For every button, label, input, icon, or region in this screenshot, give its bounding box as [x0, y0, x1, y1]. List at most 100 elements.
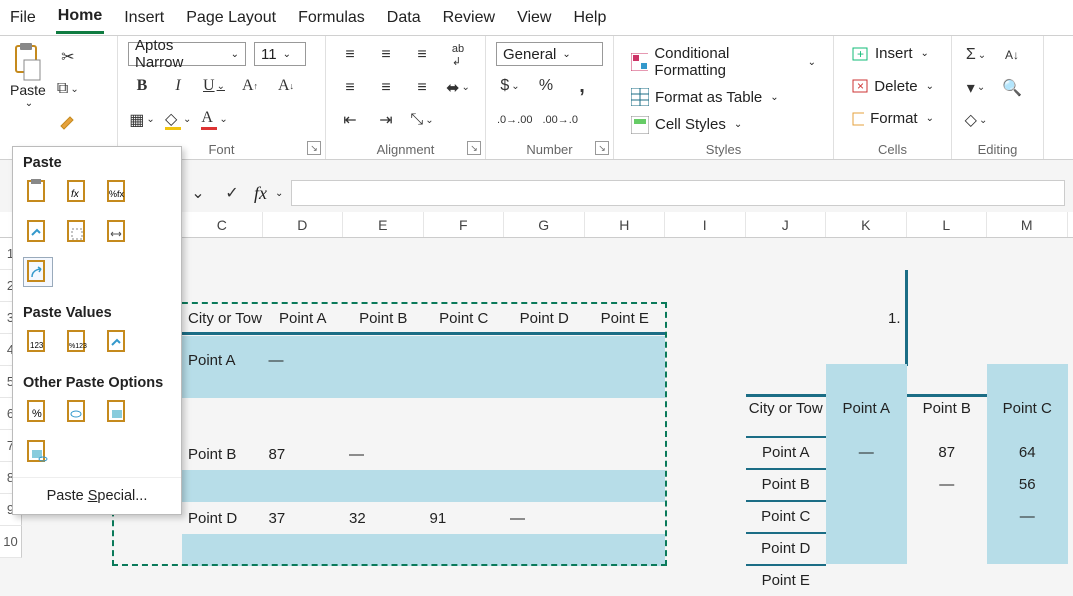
percent-button[interactable]: % — [532, 73, 560, 99]
col-K[interactable]: K — [826, 212, 907, 237]
paste-col-widths[interactable] — [103, 217, 133, 247]
menu-insert[interactable]: Insert — [122, 3, 166, 33]
col-M[interactable]: M — [987, 212, 1068, 237]
cell[interactable] — [585, 502, 666, 534]
paste-formulas-number[interactable]: %fx — [103, 177, 133, 207]
cell[interactable]: Point D — [504, 302, 585, 334]
cell[interactable]: — — [826, 436, 907, 468]
comma-button[interactable]: , — [568, 73, 596, 99]
menu-page-layout[interactable]: Page Layout — [184, 3, 278, 33]
col-L[interactable]: L — [907, 212, 988, 237]
cell[interactable] — [907, 564, 988, 596]
cell[interactable]: Point C — [424, 302, 505, 334]
format-as-table-button[interactable]: Format as Table⌄ — [624, 85, 823, 109]
autosum-button[interactable]: Σ⌄ — [962, 42, 990, 68]
fill-color-button[interactable]: ◇⌄ — [164, 107, 192, 133]
cell[interactable]: City or Tow — [182, 302, 263, 334]
decrease-decimal-button[interactable]: .00→.0 — [541, 107, 578, 133]
orientation-button[interactable]: ⤡⌄ — [408, 107, 436, 133]
cell[interactable]: Point C — [987, 392, 1068, 424]
cell[interactable]: Point D — [182, 502, 263, 534]
cell[interactable] — [907, 500, 988, 532]
cell[interactable]: Point E — [585, 302, 666, 334]
increase-decimal-button[interactable]: .0→.00 — [496, 107, 533, 133]
paste-all[interactable] — [23, 177, 53, 207]
borders-button[interactable]: ▦⌄ — [128, 107, 156, 133]
cell[interactable]: 32 — [343, 502, 424, 534]
menu-help[interactable]: Help — [571, 3, 608, 33]
conditional-formatting-button[interactable]: Conditional Formatting⌄ — [624, 42, 823, 82]
cell[interactable]: 91 — [424, 502, 505, 534]
fill-button[interactable]: ▾⌄ — [962, 75, 990, 101]
align-middle-button[interactable]: ≡ — [372, 42, 400, 68]
align-left-button[interactable]: ≡ — [336, 75, 364, 101]
currency-button[interactable]: $⌄ — [496, 73, 524, 99]
col-G[interactable]: G — [504, 212, 585, 237]
cell[interactable] — [424, 344, 505, 376]
cell[interactable] — [424, 438, 505, 470]
col-J[interactable]: J — [746, 212, 827, 237]
paste-button[interactable]: Paste ⌄ — [10, 42, 46, 109]
cell[interactable] — [504, 438, 585, 470]
font-dialog-launcher[interactable]: ↘ — [307, 141, 321, 155]
fx-confirm-button[interactable]: ✓ — [218, 180, 246, 206]
col-C[interactable]: C — [182, 212, 263, 237]
sort-filter-button[interactable]: A↓ — [998, 42, 1026, 68]
paste-formulas[interactable]: fx — [63, 177, 93, 207]
cell[interactable]: City or Tow — [746, 392, 827, 424]
alignment-dialog-launcher[interactable]: ↘ — [467, 141, 481, 155]
col-I[interactable]: I — [665, 212, 746, 237]
merge-button[interactable]: ⬌⌄ — [444, 75, 472, 101]
fx-cancel-button[interactable]: ⌄ — [184, 180, 212, 206]
paste-values-source[interactable] — [103, 327, 133, 357]
cell[interactable]: Point B — [746, 468, 827, 500]
col-H[interactable]: H — [585, 212, 666, 237]
italic-button[interactable]: I — [164, 73, 192, 99]
cell[interactable]: 64 — [987, 436, 1068, 468]
cell[interactable] — [826, 532, 907, 564]
paste-special-item[interactable]: Paste Special... — [13, 477, 181, 514]
cell[interactable]: Point A — [826, 392, 907, 424]
menu-formulas[interactable]: Formulas — [296, 3, 367, 33]
font-size-select[interactable]: 11⌄ — [254, 42, 306, 66]
cell[interactable]: — — [907, 468, 988, 500]
increase-font-button[interactable]: A↑ — [236, 73, 264, 99]
cell[interactable]: Point E — [746, 564, 827, 596]
cell[interactable] — [826, 564, 907, 596]
bold-button[interactable]: B — [128, 73, 156, 99]
font-family-select[interactable]: Aptos Narrow⌄ — [128, 42, 246, 66]
paste-transpose[interactable] — [23, 257, 53, 287]
decrease-font-button[interactable]: A↓ — [272, 73, 300, 99]
cell[interactable]: 56 — [987, 468, 1068, 500]
cell[interactable] — [343, 344, 424, 376]
underline-button[interactable]: U⌄ — [200, 73, 228, 99]
paste-keep-source[interactable] — [23, 217, 53, 247]
paste-values-number[interactable]: %123 — [63, 327, 93, 357]
paste-values[interactable]: 123 — [23, 327, 53, 357]
cell[interactable] — [826, 468, 907, 500]
cell[interactable]: Point A — [182, 344, 263, 376]
increase-indent-button[interactable]: ⇥ — [372, 107, 400, 133]
cell[interactable]: Point B — [907, 392, 988, 424]
paste-link[interactable] — [63, 397, 93, 427]
menu-view[interactable]: View — [515, 3, 553, 33]
paste-linked-picture[interactable] — [23, 437, 53, 467]
insert-cells-button[interactable]: + Insert⌄ — [844, 42, 941, 65]
menu-file[interactable]: File — [8, 3, 38, 33]
cell[interactable] — [585, 438, 666, 470]
cell[interactable]: — — [263, 344, 344, 376]
cell[interactable] — [907, 532, 988, 564]
cell[interactable]: 1. — [826, 302, 907, 334]
clear-button[interactable]: ◇⌄ — [962, 107, 990, 133]
cell[interactable] — [504, 344, 585, 376]
cell[interactable]: 87 — [907, 436, 988, 468]
cell[interactable]: — — [504, 502, 585, 534]
delete-cells-button[interactable]: × Delete⌄ — [844, 75, 941, 98]
cell[interactable]: — — [343, 438, 424, 470]
find-button[interactable]: 🔍 — [998, 75, 1026, 101]
cell[interactable]: 37 — [263, 502, 344, 534]
paste-formatting[interactable]: % — [23, 397, 53, 427]
cell[interactable] — [826, 500, 907, 532]
cell[interactable]: Point D — [746, 532, 827, 564]
col-D[interactable]: D — [263, 212, 344, 237]
